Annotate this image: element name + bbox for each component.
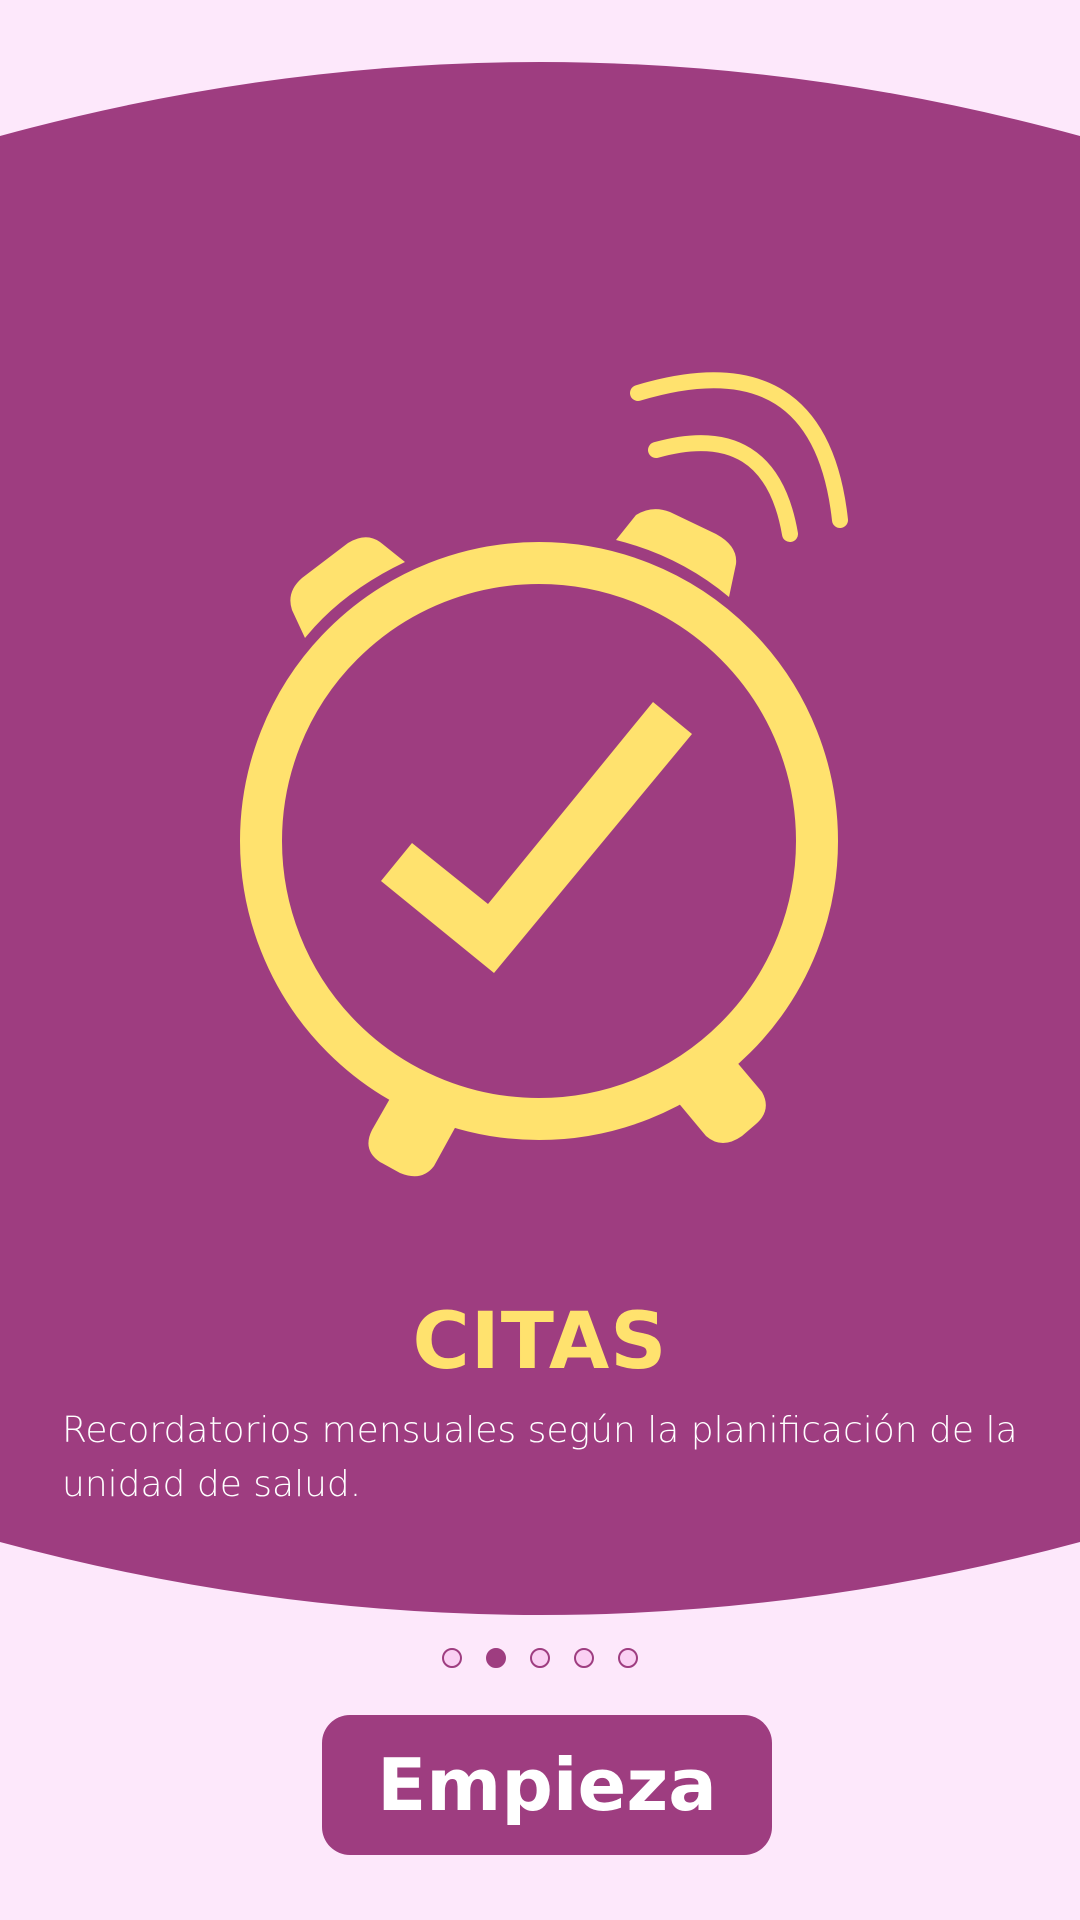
- page-dot-2[interactable]: [486, 1648, 506, 1668]
- page-dot-5[interactable]: [618, 1648, 638, 1668]
- clock-ring-icon: [240, 542, 838, 1140]
- start-button[interactable]: Empieza: [322, 1715, 772, 1855]
- page-indicator: [0, 1648, 1080, 1672]
- page-dot-1[interactable]: [442, 1648, 462, 1668]
- slide-title: CITAS: [412, 1297, 668, 1387]
- page-dot-4[interactable]: [574, 1648, 594, 1668]
- check-mark-icon: [381, 702, 692, 973]
- page-dot-3[interactable]: [530, 1648, 550, 1668]
- alarm-clock-check-icon: [240, 372, 848, 1177]
- slide-description: Recordatorios mensuales según la planifi…: [62, 1410, 1018, 1505]
